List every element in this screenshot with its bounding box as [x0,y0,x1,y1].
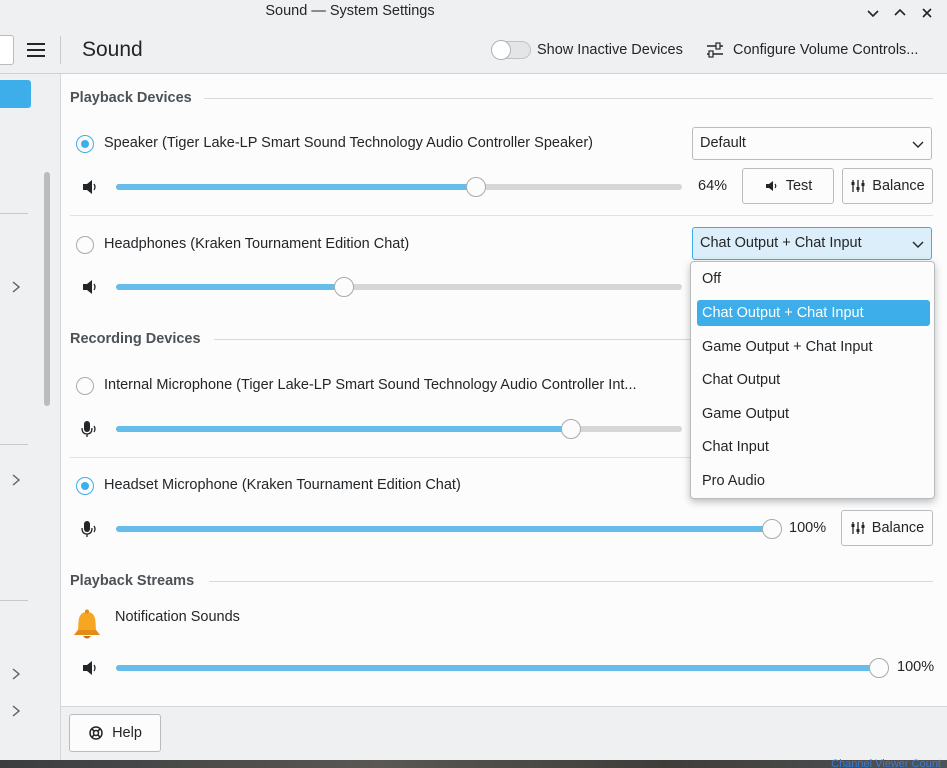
slider-fill [116,665,879,671]
maximize-button[interactable] [891,4,909,22]
internal-mic-volume-slider[interactable] [116,419,682,439]
chevron-down-icon [867,10,879,18]
background-text: Channel Viewer Count [831,758,941,768]
headset-mic-device-label: Headset Microphone (Kraken Tournament Ed… [104,477,461,493]
toolbar-divider [60,36,61,64]
microphone-icon[interactable] [80,519,100,539]
chevron-right-icon[interactable] [10,704,22,718]
headphones-radio[interactable] [76,236,94,254]
row-divider [70,215,933,216]
notification-sounds-label: Notification Sounds [115,609,240,625]
sidebar-scrollbar[interactable] [36,74,61,760]
chevron-right-icon[interactable] [10,473,22,487]
headphones-profile-dropdown[interactable]: Chat Output + Chat Input [692,227,932,260]
header-toolbar: Sound Show Inactive Devices Configure Vo… [0,26,947,74]
chevron-up-icon [894,8,906,16]
balance-label: Balance [872,178,925,194]
speaker-icon[interactable] [80,177,100,197]
headset-mic-balance-button[interactable]: Balance [841,510,933,546]
notification-volume-percent: 100% [897,659,935,675]
chevron-down-icon [912,141,924,148]
bell-icon [74,609,100,639]
sliders-icon[interactable] [705,40,725,60]
headphones-volume-slider[interactable] [116,277,682,297]
sidebar-divider [0,213,28,214]
title-bar: Sound — System Settings [0,0,947,26]
slider-handle[interactable] [466,177,486,197]
sidebar-item-active[interactable] [0,80,31,108]
speaker-icon[interactable] [80,277,100,297]
profile-option[interactable]: Off [697,266,930,292]
internal-mic-radio[interactable] [76,377,94,395]
desktop-background: Channel Viewer Count [0,758,947,768]
section-recording-devices: Recording Devices [70,331,201,347]
chevron-right-icon[interactable] [10,280,22,294]
balance-icon [851,522,865,534]
slider-handle[interactable] [762,519,782,539]
search-field[interactable] [0,35,14,65]
page-title: Sound [82,38,143,61]
speaker-icon [765,181,777,191]
minimize-button[interactable] [864,4,882,22]
speaker-profile-value: Default [700,135,746,151]
lifebuoy-icon [89,726,103,740]
headset-mic-volume-percent: 100% [789,520,827,536]
profile-option[interactable]: Game Output [697,401,930,427]
show-inactive-label[interactable]: Show Inactive Devices [537,42,683,58]
test-button[interactable]: Test [742,168,834,204]
internal-mic-device-label: Internal Microphone (Tiger Lake-LP Smart… [104,377,637,393]
section-playback-devices: Playback Devices [70,90,192,106]
section-playback-streams: Playback Streams [70,573,195,589]
scrollbar-thumb[interactable] [44,172,50,406]
profile-dropdown-menu: Off Chat Output + Chat Input Game Output… [690,261,935,499]
close-button[interactable] [918,4,936,22]
profile-option[interactable]: Chat Input [697,434,930,460]
slider-handle[interactable] [869,658,889,678]
chevron-down-icon [912,241,924,248]
microphone-icon[interactable] [80,419,100,439]
slider-handle[interactable] [561,419,581,439]
slider-fill [116,284,344,290]
headphones-profile-value: Chat Output + Chat Input [700,235,862,251]
chevron-right-icon[interactable] [10,667,22,681]
hamburger-menu-button[interactable] [25,40,47,60]
headphones-device-label: Headphones (Kraken Tournament Edition Ch… [104,236,410,252]
section-divider [204,98,933,99]
profile-option[interactable]: Pro Audio [697,468,930,494]
footer-bar: Help [61,706,947,760]
window-title: Sound — System Settings [265,3,435,19]
help-button[interactable]: Help [69,714,161,752]
slider-fill [116,184,476,190]
toggle-knob [491,40,511,60]
slider-handle[interactable] [334,277,354,297]
notification-volume-slider[interactable] [116,658,889,678]
speaker-icon[interactable] [80,658,100,678]
hamburger-icon [27,43,45,57]
slider-fill [116,426,571,432]
speaker-radio[interactable] [76,135,94,153]
show-inactive-toggle[interactable] [491,40,531,60]
sidebar-divider [0,444,28,445]
balance-icon [851,180,865,192]
speaker-volume-slider[interactable] [116,177,682,197]
headset-mic-radio[interactable] [76,477,94,495]
sidebar [0,74,36,760]
headset-mic-volume-slider[interactable] [116,519,782,539]
profile-option[interactable]: Game Output + Chat Input [697,334,930,360]
test-button-label: Test [785,178,813,194]
sidebar-divider [0,600,28,601]
configure-volume-controls-button[interactable]: Configure Volume Controls... [733,42,918,58]
speaker-profile-dropdown[interactable]: Default [692,127,932,160]
speaker-balance-button[interactable]: Balance [842,168,933,204]
profile-option[interactable]: Chat Output [697,367,930,393]
close-icon [922,8,932,18]
profile-option-selected[interactable]: Chat Output + Chat Input [697,300,930,326]
section-divider [209,581,933,582]
speaker-device-label: Speaker (Tiger Lake-LP Smart Sound Techn… [104,135,593,151]
speaker-volume-percent: 64% [698,178,728,194]
balance-label: Balance [871,520,925,536]
slider-fill [116,526,772,532]
help-label: Help [112,725,142,741]
